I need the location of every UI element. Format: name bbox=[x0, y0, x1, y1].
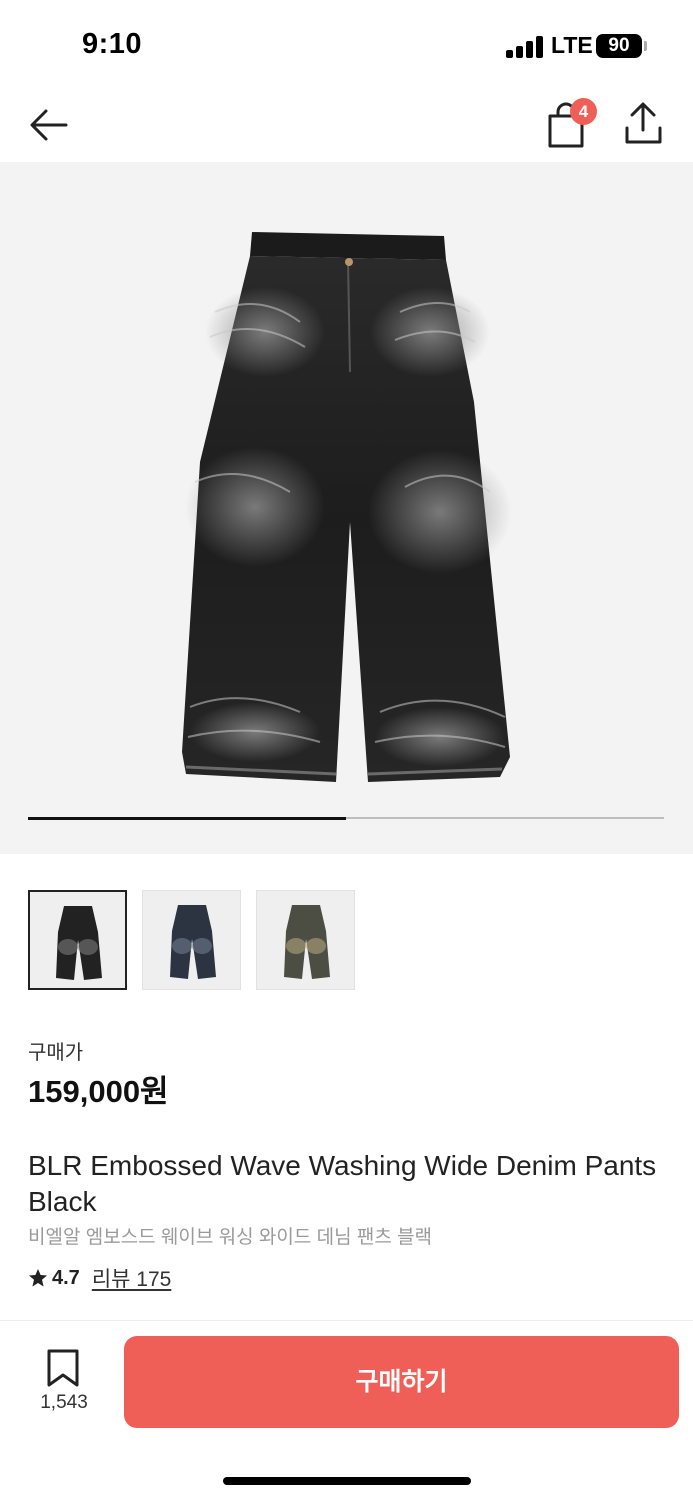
thumbnail-khaki[interactable] bbox=[256, 890, 355, 990]
share-button[interactable] bbox=[622, 100, 666, 146]
thumbnail-strip bbox=[28, 890, 668, 990]
product-title-en: BLR Embossed Wave Washing Wide Denim Pan… bbox=[28, 1150, 657, 1217]
network-label: LTE bbox=[551, 32, 593, 58]
rating-row: 4.7 리뷰 175 bbox=[28, 1264, 171, 1292]
carousel-progress-track bbox=[28, 816, 664, 820]
back-button[interactable] bbox=[26, 102, 72, 148]
status-bar: 9:10 LTE 90 bbox=[0, 0, 693, 90]
share-icon bbox=[625, 102, 662, 144]
bookmark-icon bbox=[47, 1349, 79, 1387]
bookmark-count: 1,543 bbox=[40, 1392, 88, 1413]
product-price: 159,000원 bbox=[28, 1074, 169, 1109]
cart-count-badge: 4 bbox=[570, 98, 597, 125]
battery-cap bbox=[644, 41, 647, 51]
carousel-progress-fill bbox=[28, 816, 346, 820]
arrow-left-icon bbox=[30, 109, 68, 141]
product-title-ko: 비엘알 엠보스드 웨이브 워싱 와이드 데님 팬츠 블랙 bbox=[28, 1227, 433, 1248]
jeans-black-thumbnail bbox=[56, 906, 102, 980]
battery-icon: 90 bbox=[596, 34, 642, 58]
product-photo bbox=[182, 232, 512, 782]
thumbnail-black[interactable] bbox=[28, 890, 127, 990]
status-time: 9:10 bbox=[82, 28, 143, 60]
bottom-divider bbox=[0, 1320, 693, 1321]
bookmark-button[interactable]: 1,543 bbox=[30, 1348, 98, 1418]
signal-icon bbox=[506, 36, 544, 58]
jeans-khaki-thumbnail bbox=[284, 905, 330, 979]
jeans-dark-blue-thumbnail bbox=[170, 905, 216, 979]
home-indicator bbox=[223, 1477, 471, 1485]
thumbnail-dark-blue[interactable] bbox=[142, 890, 241, 990]
rating-value: 4.7 bbox=[52, 1266, 80, 1289]
price-label: 구매가 bbox=[28, 1042, 84, 1064]
review-link[interactable]: 리뷰 175 bbox=[92, 1263, 172, 1293]
product-image-carousel[interactable] bbox=[0, 162, 693, 854]
star-icon bbox=[29, 1269, 47, 1287]
buy-button[interactable]: 구매하기 bbox=[124, 1336, 679, 1428]
